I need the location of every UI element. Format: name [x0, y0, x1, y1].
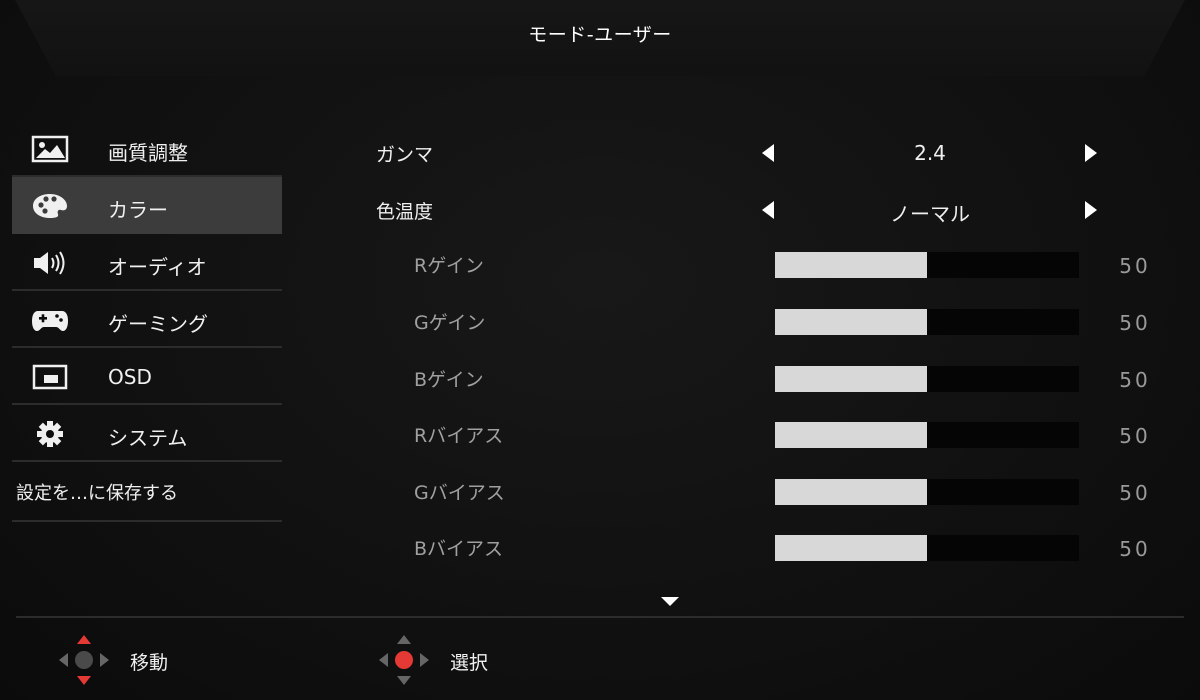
- r-bias-label: Rバイアス: [414, 425, 504, 447]
- b-gain-setting[interactable]: Bゲイン 50: [0, 357, 1200, 397]
- decrease-arrow-icon[interactable]: [762, 144, 774, 162]
- gamma-setting[interactable]: ガンマ 2.4: [0, 132, 1200, 172]
- g-gain-setting[interactable]: Gゲイン 50: [0, 300, 1200, 340]
- g-gain-value: 50: [1119, 311, 1151, 335]
- g-gain-label: Gゲイン: [414, 312, 486, 334]
- b-gain-label: Bゲイン: [414, 369, 484, 391]
- b-bias-setting[interactable]: Bバイアス 50: [0, 526, 1200, 566]
- g-bias-setting[interactable]: Gバイアス 50: [0, 470, 1200, 510]
- r-gain-slider[interactable]: [775, 252, 1079, 278]
- gamma-value: 2.4: [914, 141, 946, 165]
- b-bias-label: Bバイアス: [414, 538, 504, 560]
- joystick-move-icon: [56, 632, 112, 688]
- g-bias-value: 50: [1119, 481, 1151, 505]
- b-gain-slider[interactable]: [775, 366, 1079, 392]
- page-title: モード-ユーザー: [528, 24, 672, 46]
- b-bias-value: 50: [1119, 537, 1151, 561]
- slider-fill: [775, 479, 927, 505]
- color-temp-setting[interactable]: 色温度 ノーマル: [0, 189, 1200, 229]
- joystick-select-icon: [376, 632, 432, 688]
- move-label: 移動: [130, 652, 169, 674]
- slider-fill: [775, 422, 927, 448]
- decrease-arrow-icon[interactable]: [762, 201, 774, 219]
- b-gain-value: 50: [1119, 368, 1151, 392]
- r-gain-setting[interactable]: Rゲイン 50: [0, 243, 1200, 283]
- select-label: 選択: [450, 652, 489, 674]
- g-gain-slider[interactable]: [775, 309, 1079, 335]
- color-temp-value: ノーマル: [890, 202, 970, 226]
- r-bias-value: 50: [1119, 424, 1151, 448]
- move-hint: 移動: [56, 632, 256, 688]
- slider-fill: [775, 366, 927, 392]
- r-gain-value: 50: [1119, 254, 1151, 278]
- scroll-down-arrow-icon[interactable]: [661, 597, 679, 606]
- increase-arrow-icon[interactable]: [1085, 144, 1097, 162]
- g-bias-label: Gバイアス: [414, 482, 505, 504]
- g-bias-slider[interactable]: [775, 479, 1079, 505]
- r-bias-slider[interactable]: [775, 422, 1079, 448]
- slider-fill: [775, 535, 927, 561]
- r-bias-setting[interactable]: Rバイアス 50: [0, 413, 1200, 453]
- footer-divider: [16, 616, 1184, 618]
- increase-arrow-icon[interactable]: [1085, 201, 1097, 219]
- monitor-osd-menu: モード-ユーザー 画質調整 カラー オーディオ ゲーミング OSD システム 設…: [0, 0, 1200, 700]
- r-gain-label: Rゲイン: [414, 255, 484, 277]
- b-bias-slider[interactable]: [775, 535, 1079, 561]
- slider-fill: [775, 309, 927, 335]
- color-temp-label: 色温度: [376, 201, 434, 223]
- slider-fill: [775, 252, 927, 278]
- select-hint: 選択: [376, 632, 576, 688]
- gamma-label: ガンマ: [376, 144, 434, 166]
